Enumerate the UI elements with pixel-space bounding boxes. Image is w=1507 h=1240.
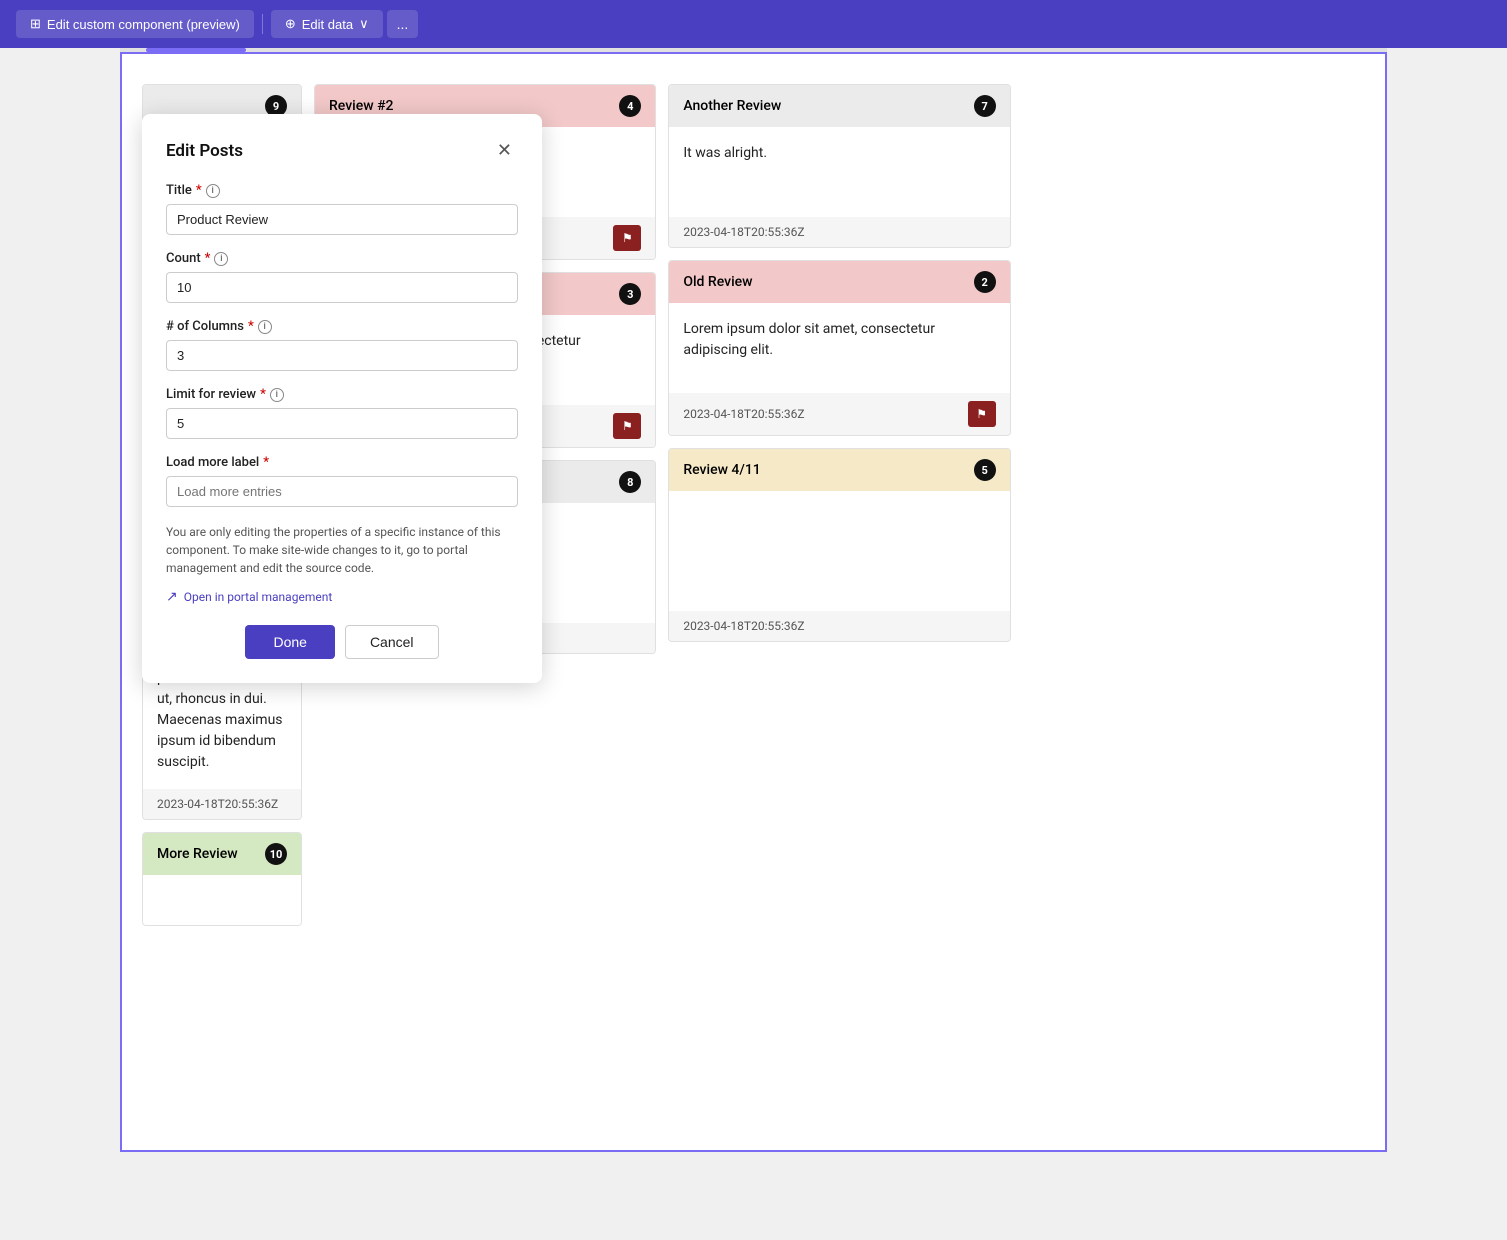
edit-component-label: Edit custom component (preview)	[47, 17, 240, 32]
required-indicator: *	[248, 319, 254, 334]
card-title: Old Review	[683, 274, 752, 290]
component-icon: ⊞	[30, 16, 41, 32]
card-footer: 2023-04-18T20:55:36Z ⚑	[669, 393, 1009, 435]
badge: 10	[265, 843, 287, 865]
modal-info-text: You are only editing the properties of a…	[166, 523, 518, 577]
required-indicator: *	[196, 183, 202, 198]
badge: 7	[974, 95, 996, 117]
required-indicator: *	[260, 387, 266, 402]
card-timestamp: 2023-04-18T20:55:36Z	[157, 797, 278, 811]
card-header: Another Review 7	[669, 85, 1009, 127]
count-field-group: Count * i	[166, 251, 518, 303]
card-title: Review 4/11	[683, 462, 760, 478]
load-more-input[interactable]	[166, 476, 518, 507]
card-footer: 2023-04-18T20:55:36Z	[669, 611, 1009, 641]
columns-field-group: # of Columns * i	[166, 319, 518, 371]
required-indicator: *	[205, 251, 211, 266]
card-body: It was alright.	[669, 127, 1009, 217]
post-card: Old Review 2 Lorem ipsum dolor sit amet,…	[668, 260, 1010, 436]
limit-label: Limit for review * i	[166, 387, 518, 402]
post-card: Another Review 7 It was alright. 2023-04…	[668, 84, 1010, 248]
cancel-button[interactable]: Cancel	[345, 625, 439, 659]
card-header: Review 4/11 5	[669, 449, 1009, 491]
badge: 4	[619, 95, 641, 117]
portal-management-link[interactable]: ↗ Open in portal management	[166, 589, 518, 605]
modal-container: Edit Posts ✕ Title * i Count * i	[142, 114, 542, 683]
modal-header: Edit Posts ✕	[166, 138, 518, 163]
title-input[interactable]	[166, 204, 518, 235]
modal-footer: Done Cancel	[166, 625, 518, 659]
modal-close-button[interactable]: ✕	[491, 138, 518, 163]
card-footer: 2023-04-18T20:55:36Z	[143, 789, 301, 819]
card-header: Old Review 2	[669, 261, 1009, 303]
title-label: Title * i	[166, 183, 518, 198]
info-icon[interactable]: i	[214, 252, 228, 266]
limit-field-group: Limit for review * i	[166, 387, 518, 439]
required-indicator: *	[263, 455, 269, 470]
modal-title: Edit Posts	[166, 141, 243, 161]
toolbar: ⊞ Edit custom component (preview) ⊕ Edit…	[0, 0, 1507, 48]
badge: 3	[619, 283, 641, 305]
flag-button[interactable]: ⚑	[613, 413, 641, 439]
toolbar-separator	[262, 14, 263, 34]
chevron-down-icon: ∨	[359, 16, 369, 32]
badge: 8	[619, 471, 641, 493]
columns-input[interactable]	[166, 340, 518, 371]
edit-component-button[interactable]: ⊞ Edit custom component (preview)	[16, 10, 254, 38]
edit-data-button[interactable]: ⊕ Edit data ∨	[271, 10, 383, 38]
count-input[interactable]	[166, 272, 518, 303]
flag-button[interactable]: ⚑	[968, 401, 996, 427]
portal-link-label: Open in portal management	[184, 590, 333, 604]
columns-label: # of Columns * i	[166, 319, 518, 334]
limit-input[interactable]	[166, 408, 518, 439]
badge: 2	[974, 271, 996, 293]
card-footer: 2023-04-18T20:55:36Z	[669, 217, 1009, 247]
card-title: Another Review	[683, 98, 781, 114]
card-title: Review #2	[329, 98, 394, 114]
more-options-button[interactable]: ...	[387, 10, 419, 38]
info-icon[interactable]: i	[258, 320, 272, 334]
info-icon[interactable]: i	[270, 388, 284, 402]
count-label: Count * i	[166, 251, 518, 266]
card-title: More Review	[157, 846, 238, 862]
more-icon: ...	[397, 16, 409, 32]
card-timestamp: 2023-04-18T20:55:36Z	[683, 407, 804, 421]
badge: 5	[974, 459, 996, 481]
flag-button[interactable]: ⚑	[613, 225, 641, 251]
title-field-group: Title * i	[166, 183, 518, 235]
load-more-label: Load more label *	[166, 455, 518, 470]
card-timestamp: 2023-04-18T20:55:36Z	[683, 619, 804, 633]
done-button[interactable]: Done	[245, 625, 334, 659]
edit-data-label: Edit data	[302, 17, 353, 32]
load-more-field-group: Load more label *	[166, 455, 518, 507]
card-body: Lorem ipsum dolor sit amet, consectetur …	[669, 303, 1009, 393]
info-icon[interactable]: i	[206, 184, 220, 198]
card-timestamp: 2023-04-18T20:55:36Z	[683, 225, 804, 239]
card-body	[143, 875, 301, 925]
data-icon: ⊕	[285, 16, 296, 32]
card-body	[669, 491, 1009, 611]
post-card: Review 4/11 5 2023-04-18T20:55:36Z	[668, 448, 1010, 642]
external-link-icon: ↗	[166, 589, 178, 605]
edit-posts-modal: Edit Posts ✕ Title * i Count * i	[142, 114, 542, 683]
card-header: More Review 10	[143, 833, 301, 875]
